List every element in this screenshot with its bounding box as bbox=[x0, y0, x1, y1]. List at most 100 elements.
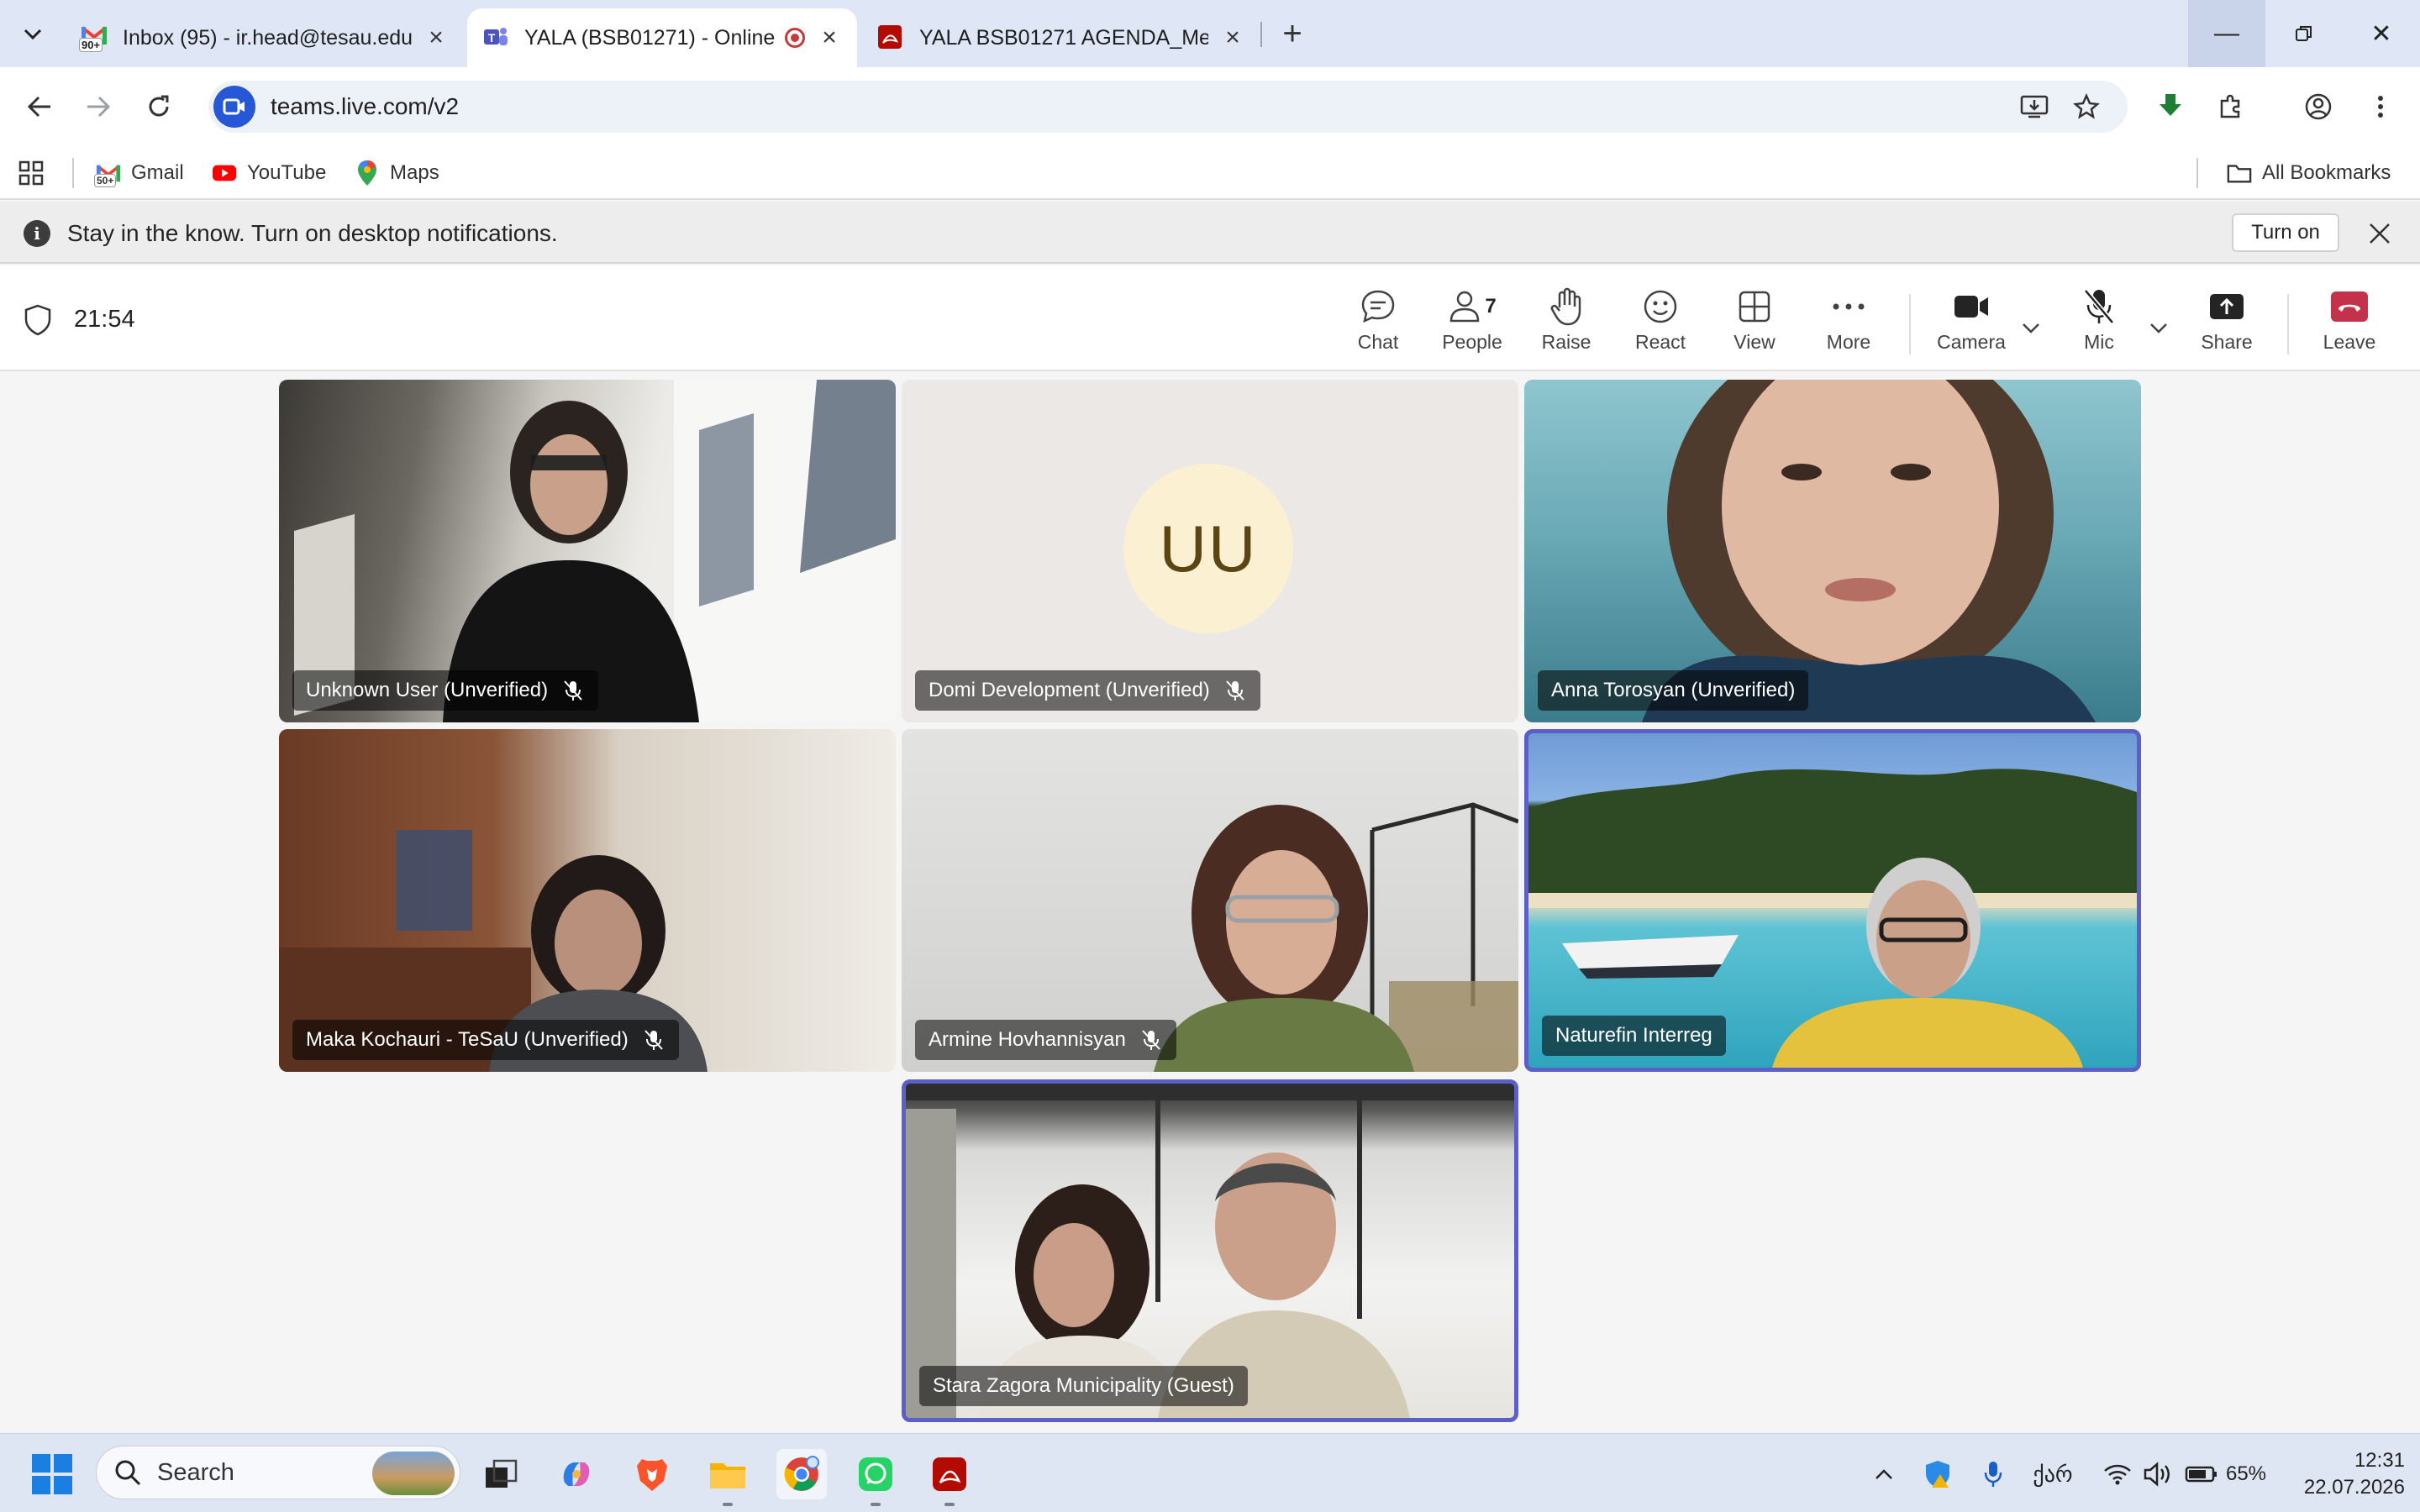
bookmark-star-icon[interactable] bbox=[2065, 86, 2107, 128]
chrome-icon[interactable] bbox=[776, 1449, 827, 1499]
downloads-icon[interactable] bbox=[2149, 86, 2191, 128]
meeting-stage: Unknown User (Unverified) UU Domi Develo… bbox=[0, 371, 2420, 1433]
wifi-icon[interactable] bbox=[2101, 1456, 2134, 1493]
camera-icon bbox=[1953, 286, 1990, 328]
close-tab-icon[interactable]: × bbox=[1220, 24, 1245, 51]
file-explorer-icon[interactable] bbox=[702, 1449, 753, 1506]
site-info-icon[interactable] bbox=[213, 86, 255, 128]
close-notification-icon[interactable] bbox=[2361, 215, 2398, 252]
participant-tile[interactable]: UU Domi Development (Unverified) bbox=[902, 380, 1518, 722]
people-count: 7 bbox=[1485, 295, 1497, 318]
new-tab-button[interactable]: + bbox=[1274, 15, 1311, 52]
all-bookmarks-button[interactable]: All Bookmarks bbox=[2227, 155, 2391, 192]
bookmark-youtube[interactable]: YouTube bbox=[212, 155, 326, 192]
defender-shield-icon[interactable] bbox=[1919, 1456, 1956, 1493]
participant-tile[interactable]: Anna Torosyan (Unverified) bbox=[1524, 380, 2141, 722]
tab-separator bbox=[1260, 22, 1262, 47]
camera-button[interactable]: Camera bbox=[1931, 286, 2012, 361]
info-icon: i bbox=[24, 220, 50, 247]
windows-start-icon[interactable] bbox=[30, 1452, 74, 1496]
close-tab-icon[interactable]: × bbox=[817, 24, 842, 51]
participant-tile[interactable]: Maka Kochauri - TeSaU (Unverified) bbox=[279, 729, 896, 1072]
chat-button[interactable]: Chat bbox=[1338, 286, 1418, 361]
windows-taskbar: Search ქარ 65% 12:31 22.07.2026 bbox=[0, 1433, 2420, 1512]
install-app-icon[interactable] bbox=[2013, 86, 2055, 128]
bookmark-label: Gmail bbox=[131, 161, 184, 184]
show-hidden-icons-chevron-icon[interactable] bbox=[1867, 1456, 1901, 1493]
react-label: React bbox=[1634, 331, 1686, 353]
react-button[interactable]: React bbox=[1620, 286, 1701, 361]
teams-icon: T bbox=[482, 24, 509, 51]
meeting-control-bar: 21:54 Chat 7 People Raise React View Mor… bbox=[0, 265, 2420, 371]
share-button[interactable]: Share bbox=[2186, 286, 2267, 361]
camera-label: Camera bbox=[1937, 331, 2006, 353]
close-window-icon[interactable]: ✕ bbox=[2343, 0, 2420, 67]
unread-badge: 90+ bbox=[79, 38, 103, 52]
participant-name-chip: Domi Development (Unverified) bbox=[915, 670, 1260, 711]
participant-tile[interactable]: Armine Hovhannisyan bbox=[902, 729, 1518, 1072]
participant-name: Naturefin Interreg bbox=[1555, 1024, 1712, 1047]
tab-agenda-pdf[interactable]: YALA BSB01271 AGENDA_Meet × bbox=[862, 8, 1260, 67]
bookmark-label: Maps bbox=[390, 161, 439, 184]
participant-tile[interactable]: Stara Zagora Municipality (Guest) bbox=[902, 1079, 1518, 1422]
bookmark-gmail[interactable]: 50+ Gmail bbox=[94, 155, 184, 192]
address-bar[interactable]: teams.live.com/v2 bbox=[208, 81, 2128, 133]
tab-search-button[interactable] bbox=[12, 13, 54, 55]
forward-icon[interactable] bbox=[77, 86, 119, 128]
taskbar-search-box[interactable]: Search bbox=[96, 1446, 460, 1499]
more-label: More bbox=[1826, 331, 1871, 353]
chevron-down-icon bbox=[24, 29, 42, 40]
participant-tile[interactable]: Unknown User (Unverified) bbox=[279, 380, 896, 722]
camera-options-chevron-icon[interactable] bbox=[2017, 314, 2045, 343]
bookmark-separator bbox=[2196, 158, 2198, 188]
tab-gmail-inbox[interactable]: 90+ Inbox (95) - ir.head@tesau.edu × bbox=[66, 8, 464, 67]
mic-options-chevron-icon[interactable] bbox=[2144, 314, 2173, 343]
microphone-in-use-icon[interactable] bbox=[1976, 1456, 2010, 1493]
restore-window-icon[interactable] bbox=[2265, 0, 2343, 67]
participant-name: Domi Development (Unverified) bbox=[929, 679, 1210, 701]
control-divider bbox=[1909, 294, 1911, 354]
browser-tab-strip: 90+ Inbox (95) - ir.head@tesau.edu × T Y… bbox=[0, 0, 2420, 67]
clock-date: 22.07.2026 bbox=[2303, 1476, 2405, 1499]
taskbar-clock[interactable]: 12:31 22.07.2026 bbox=[2279, 1447, 2405, 1501]
input-language-indicator[interactable]: ქარ bbox=[2028, 1456, 2077, 1493]
participant-name: Armine Hovhannisyan bbox=[929, 1028, 1126, 1051]
more-button[interactable]: More bbox=[1808, 286, 1889, 361]
mic-off-icon bbox=[2082, 286, 2116, 328]
people-button[interactable]: 7 People bbox=[1432, 286, 1512, 361]
mic-button[interactable]: Mic bbox=[2059, 286, 2139, 361]
control-divider bbox=[2287, 294, 2289, 354]
tab-teams-meeting[interactable]: T YALA (BSB01271) - Online P × bbox=[467, 8, 857, 67]
bookmark-maps[interactable]: Maps bbox=[355, 155, 439, 192]
participant-name: Unknown User (Unverified) bbox=[306, 679, 549, 701]
participant-tile[interactable]: Naturefin Interreg bbox=[1524, 729, 2141, 1072]
profile-icon[interactable] bbox=[2297, 86, 2339, 128]
participant-name-chip: Unknown User (Unverified) bbox=[292, 670, 599, 711]
raise-hand-button[interactable]: Raise bbox=[1526, 286, 1607, 361]
leave-button[interactable]: Leave bbox=[2309, 286, 2390, 361]
extensions-icon[interactable] bbox=[2210, 86, 2252, 128]
whatsapp-icon[interactable] bbox=[850, 1449, 901, 1506]
browser-menu-icon[interactable] bbox=[2360, 86, 2402, 128]
copilot-icon[interactable] bbox=[551, 1449, 602, 1499]
turn-on-notifications-button[interactable]: Turn on bbox=[2232, 213, 2339, 252]
notification-banner: i Stay in the know. Turn on desktop noti… bbox=[0, 202, 2420, 264]
raise-hand-icon bbox=[1549, 286, 1583, 328]
minimize-window-icon[interactable]: — bbox=[2188, 0, 2265, 67]
volume-icon[interactable] bbox=[2141, 1456, 2175, 1493]
apps-grid-icon[interactable] bbox=[18, 155, 44, 192]
people-icon: 7 bbox=[1448, 286, 1497, 328]
gmail-icon: 50+ bbox=[94, 160, 121, 187]
view-label: View bbox=[1733, 331, 1776, 353]
meeting-timer: 21:54 bbox=[74, 306, 135, 333]
back-icon[interactable] bbox=[18, 86, 60, 128]
participant-name: Maka Kochauri - TeSaU (Unverified) bbox=[306, 1028, 629, 1051]
brave-browser-icon[interactable] bbox=[627, 1449, 677, 1499]
battery-icon[interactable] bbox=[2185, 1456, 2218, 1493]
view-button[interactable]: View bbox=[1714, 286, 1795, 361]
acrobat-reader-icon[interactable] bbox=[924, 1449, 975, 1506]
participant-name: Stara Zagora Municipality (Guest) bbox=[933, 1374, 1234, 1397]
task-view-icon[interactable] bbox=[476, 1449, 526, 1499]
reload-icon[interactable] bbox=[138, 86, 180, 128]
close-tab-icon[interactable]: × bbox=[424, 24, 449, 51]
